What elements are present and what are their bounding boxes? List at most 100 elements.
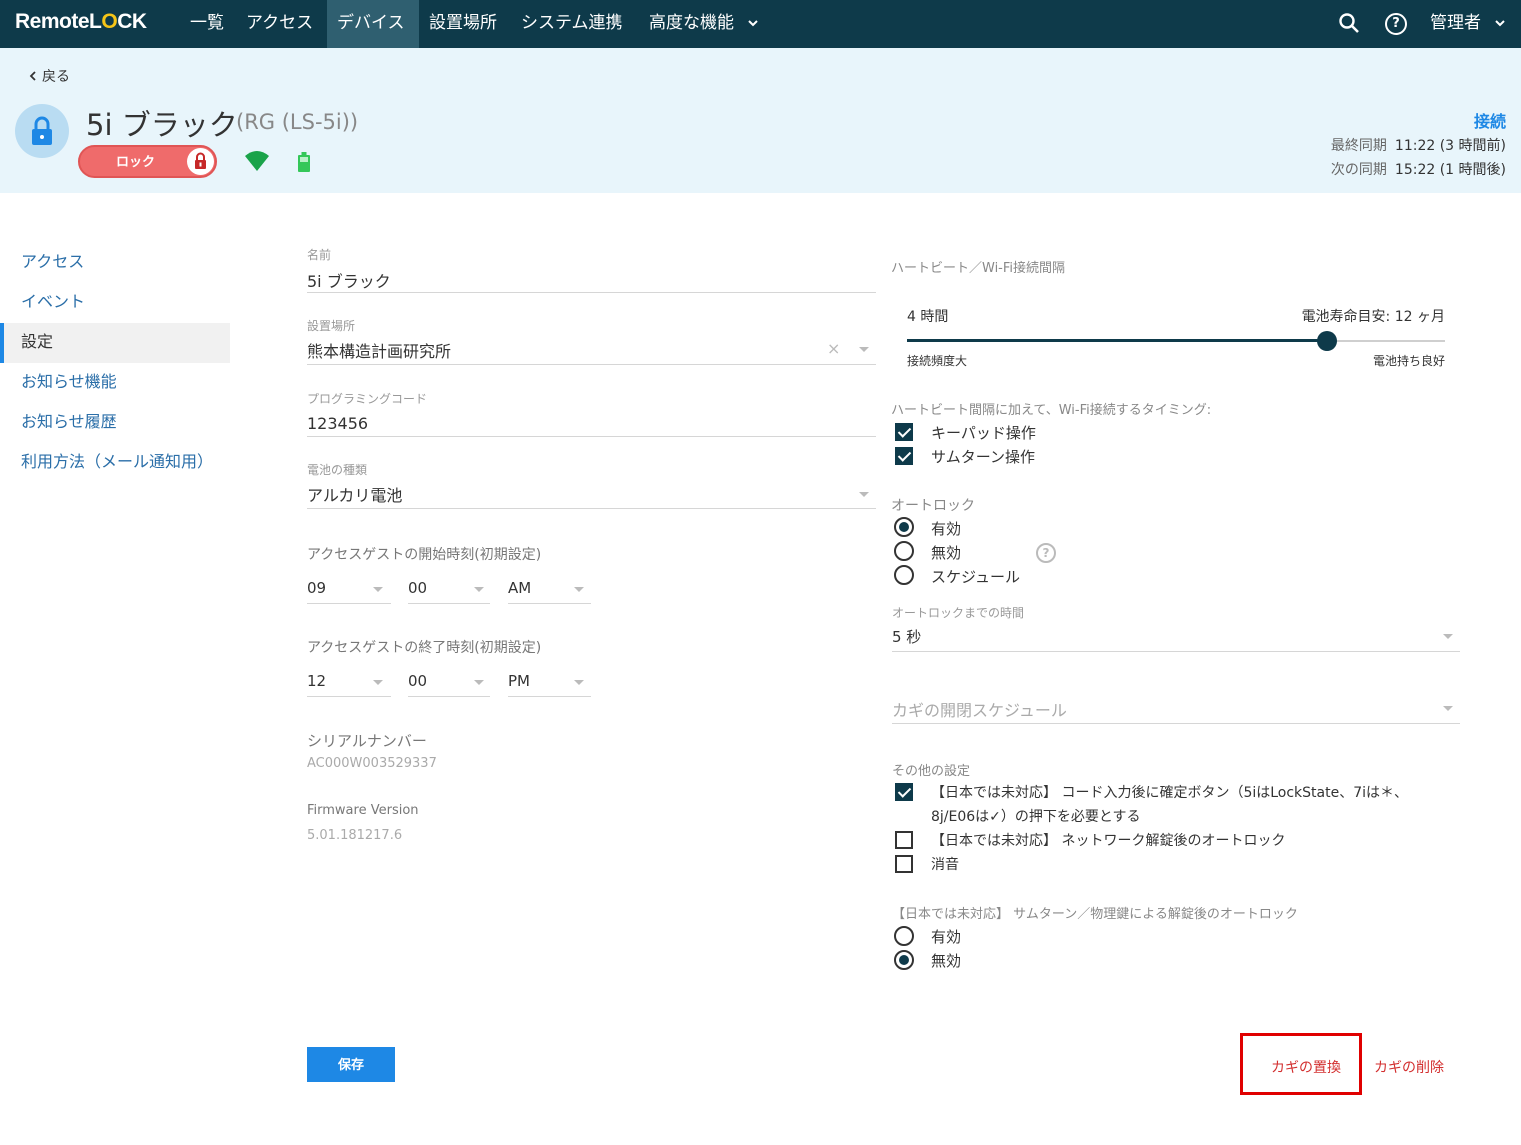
- key-schedule-select[interactable]: カギの開閉スケジュール: [892, 697, 1067, 721]
- battery-life-estimate: 電池寿命目安: 12 ヶ月: [1301, 309, 1445, 325]
- other-settings-label: その他の設定: [892, 764, 971, 779]
- start-hour-select[interactable]: 09: [307, 579, 326, 597]
- battery-type-label: 電池の種類: [307, 463, 368, 477]
- confirm-button-label-line1: 【日本では未対応】 コード入力後に確定ボタン（5iはLockState、7iは＊…: [931, 785, 1409, 801]
- end-minute-select[interactable]: 00: [408, 672, 427, 690]
- heartbeat-slider-fill: [907, 339, 1327, 342]
- mute-label: 消音: [931, 857, 959, 873]
- replace-key-link[interactable]: カギの置換: [1271, 1057, 1341, 1077]
- device-name-title: 5i ブラック: [86, 108, 238, 142]
- start-time-label: アクセスゲストの開始時刻(初期設定): [307, 547, 542, 563]
- heartbeat-label: ハートビート／Wi-Fi接続間隔: [891, 261, 1066, 276]
- autolock-delay-label: オートロックまでの時間: [892, 606, 1025, 620]
- end-hour-caret-icon[interactable]: [373, 680, 383, 685]
- start-minute-caret-icon[interactable]: [474, 587, 484, 592]
- confirm-button-checkbox[interactable]: [895, 783, 913, 801]
- heartbeat-right-caption: 電池持ち良好: [1372, 354, 1445, 368]
- programming-code-label: プログラミングコード: [307, 392, 428, 406]
- help-icon[interactable]: ?: [1385, 13, 1407, 35]
- end-hour-underline: [307, 696, 391, 697]
- mute-checkbox[interactable]: [895, 855, 913, 873]
- search-icon[interactable]: [1338, 12, 1360, 34]
- sidebar-item-settings[interactable]: 設定: [0, 323, 230, 363]
- keypad-checkbox-label: キーパッド操作: [931, 424, 1036, 442]
- name-label: 名前: [307, 248, 332, 262]
- nav-item-list[interactable]: 一覧: [180, 0, 234, 48]
- battery-type-underline: [307, 508, 876, 509]
- name-field-underline: [307, 292, 876, 293]
- lock-icon: [32, 116, 52, 145]
- thumbturn-autolock-disabled-radio[interactable]: [894, 950, 914, 970]
- end-ampm-underline: [508, 696, 591, 697]
- nav-item-devices[interactable]: デバイス: [327, 0, 419, 48]
- autolock-enabled-label: 有効: [931, 520, 962, 538]
- location-underline: [307, 364, 876, 365]
- clear-icon[interactable]: ×: [827, 339, 840, 358]
- key-schedule-underline: [892, 723, 1460, 724]
- start-minute-underline: [408, 603, 490, 604]
- network-autolock-checkbox[interactable]: [895, 831, 913, 849]
- logo-text-remote: Remote: [15, 10, 90, 33]
- location-caret-icon[interactable]: [859, 347, 869, 352]
- delete-key-link[interactable]: カギの削除: [1374, 1057, 1444, 1077]
- nav-item-access[interactable]: アクセス: [236, 0, 323, 48]
- autolock-schedule-label: スケジュール: [931, 568, 1020, 586]
- network-autolock-label: 【日本では未対応】 ネットワーク解錠後のオートロック: [931, 833, 1286, 849]
- save-button[interactable]: 保存: [307, 1047, 395, 1082]
- start-minute-select[interactable]: 00: [408, 579, 427, 597]
- autolock-delay-select[interactable]: 5 秒: [892, 626, 921, 647]
- start-hour-caret-icon[interactable]: [373, 587, 383, 592]
- end-hour-select[interactable]: 12: [307, 672, 326, 690]
- programming-code-field[interactable]: 123456: [307, 414, 368, 433]
- keypad-checkbox[interactable]: [895, 423, 913, 441]
- thumbturn-checkbox-label: サムターン操作: [931, 448, 1035, 466]
- end-minute-caret-icon[interactable]: [474, 680, 484, 685]
- key-schedule-caret-icon[interactable]: [1443, 706, 1453, 711]
- remotelock-logo[interactable]: RemoteLOCK: [15, 10, 147, 34]
- nav-item-locations[interactable]: 設置場所: [419, 0, 507, 48]
- start-ampm-select[interactable]: AM: [508, 579, 531, 597]
- admin-menu[interactable]: 管理者: [1430, 0, 1506, 48]
- autolock-help-icon[interactable]: ?: [1036, 543, 1056, 563]
- start-ampm-caret-icon[interactable]: [574, 587, 584, 592]
- serial-number-value: AC000W003529337: [307, 756, 437, 771]
- autolock-label: オートロック: [891, 498, 975, 514]
- nav-item-integrations[interactable]: システム連携: [511, 0, 633, 48]
- logo-text-o: O: [101, 10, 118, 33]
- thumbturn-autolock-label: 【日本では未対応】 サムターン／物理鍵による解錠後のオートロック: [892, 907, 1298, 922]
- autolock-enabled-radio[interactable]: [894, 517, 914, 537]
- next-sync-value: 15:22 (1 時間後): [1394, 162, 1506, 178]
- sidebar-item-events[interactable]: イベント: [0, 283, 230, 323]
- heartbeat-left-caption: 接続頻度大: [907, 354, 968, 368]
- autolock-schedule-radio[interactable]: [894, 565, 914, 585]
- last-sync-label: 最終同期: [1330, 138, 1387, 154]
- autolock-disabled-radio[interactable]: [894, 541, 914, 561]
- back-link[interactable]: 戻る: [28, 66, 70, 86]
- firmware-value: 5.01.181217.6: [307, 828, 403, 843]
- padlock-icon: [195, 152, 206, 169]
- battery-caret-icon[interactable]: [859, 492, 869, 497]
- thumbturn-checkbox[interactable]: [895, 447, 913, 465]
- sidebar-item-usage[interactable]: 利用方法（メール通知用）: [0, 443, 230, 483]
- sidebar-item-access[interactable]: アクセス: [0, 243, 230, 283]
- lock-toggle-knob: [187, 148, 214, 175]
- thumbturn-autolock-enabled-radio[interactable]: [894, 926, 914, 946]
- logo-text-l: L: [89, 10, 102, 33]
- device-avatar: [15, 104, 69, 158]
- end-ampm-caret-icon[interactable]: [574, 680, 584, 685]
- location-select[interactable]: 熊本構造計画研究所: [307, 338, 451, 362]
- confirm-button-label-line2: 8j/E06は✓）の押下を必要とする: [931, 809, 1141, 825]
- admin-label: 管理者: [1430, 13, 1481, 33]
- lock-toggle-button[interactable]: ロック: [78, 145, 217, 178]
- autolock-delay-caret-icon[interactable]: [1443, 634, 1453, 639]
- sidebar-item-notification-history[interactable]: お知らせ履歴: [0, 403, 230, 443]
- end-time-label: アクセスゲストの終了時刻(初期設定): [307, 640, 542, 656]
- nav-item-advanced[interactable]: 高度な機能: [639, 0, 769, 48]
- thumbturn-autolock-enabled-label: 有効: [931, 928, 962, 946]
- battery-type-select[interactable]: アルカリ電池: [307, 482, 402, 506]
- start-ampm-underline: [508, 603, 591, 604]
- end-ampm-select[interactable]: PM: [508, 672, 530, 690]
- heartbeat-slider-handle[interactable]: [1316, 331, 1337, 351]
- name-field[interactable]: 5i ブラック: [307, 268, 391, 292]
- sidebar-item-notifications[interactable]: お知らせ機能: [0, 363, 230, 403]
